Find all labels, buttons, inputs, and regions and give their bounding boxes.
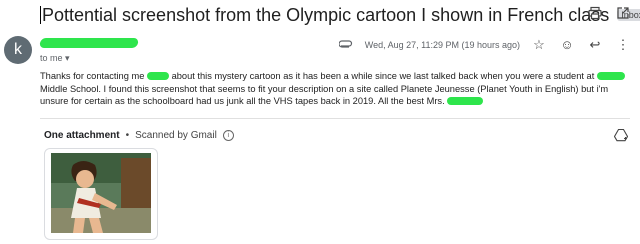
body-part-1: Thanks for contacting me — [40, 71, 145, 81]
header-actions — [588, 6, 630, 20]
info-icon[interactable]: i — [222, 130, 234, 141]
school-redaction — [596, 72, 625, 80]
attachment-header: One attachment • Scanned by Gmail i — [44, 130, 234, 141]
email-body: Thanks for contacting me about this myst… — [40, 70, 630, 108]
sender-avatar[interactable]: k — [4, 36, 32, 64]
attachment-thumbnail[interactable] — [44, 148, 158, 240]
email-subject: Pottential screenshot from the Olympic c… — [40, 4, 610, 25]
add-to-drive-icon[interactable] — [613, 128, 629, 142]
print-icon[interactable] — [588, 6, 602, 20]
cartoon-thumbnail-image — [51, 153, 151, 233]
star-icon[interactable]: ☆ — [532, 38, 546, 52]
signature-redaction — [447, 97, 484, 105]
text-cursor — [40, 5, 41, 24]
message-date: Wed, Aug 27, 11:29 PM (19 hours ago) — [364, 40, 520, 50]
separator: • — [125, 130, 130, 141]
recipient-details-toggle[interactable]: to me ▾ — [40, 53, 70, 64]
subject-row: Pottential screenshot from the Olympic c… — [40, 4, 640, 26]
divider — [40, 118, 630, 119]
reply-icon[interactable]: ↩ — [588, 38, 602, 52]
attachment-count: One attachment — [44, 130, 120, 141]
more-vert-icon[interactable]: ⋮ — [616, 38, 630, 52]
emoji-icon[interactable]: ☺ — [560, 38, 574, 52]
body-part-3: Middle School. I found this screenshot t… — [40, 83, 609, 107]
name-redaction — [146, 72, 169, 80]
scanned-label: Scanned by Gmail — [135, 130, 217, 141]
body-part-2: about this mystery cartoon as it has bee… — [171, 71, 595, 81]
paperclip-icon — [338, 39, 353, 52]
open-in-new-icon[interactable] — [616, 6, 630, 20]
message-meta: Wed, Aug 27, 11:29 PM (19 hours ago) ☆ ☺… — [338, 38, 630, 52]
sender-name-redaction — [39, 38, 139, 48]
